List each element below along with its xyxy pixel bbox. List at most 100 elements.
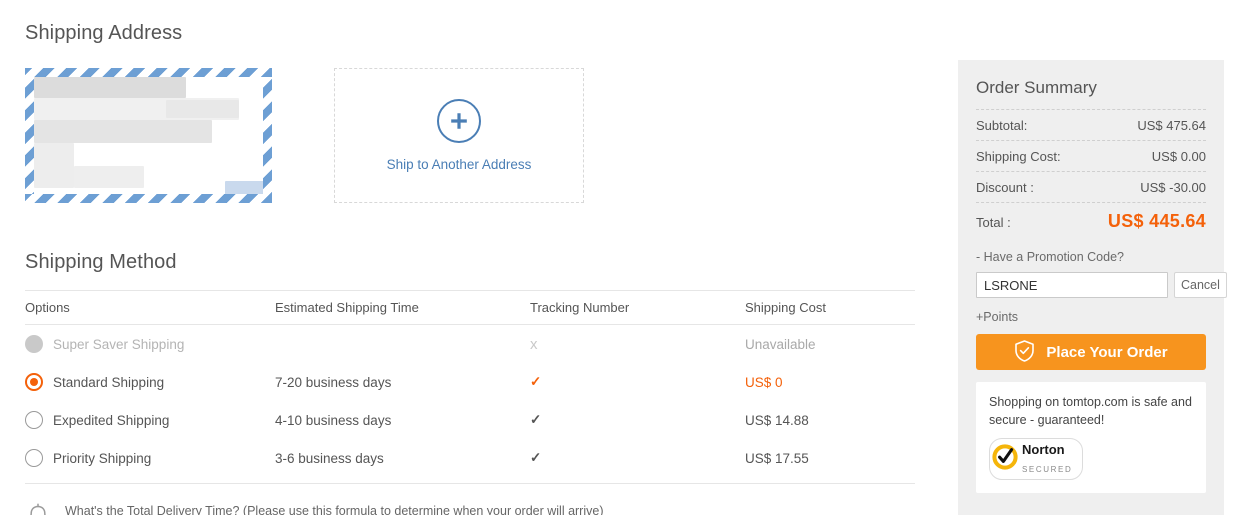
- ship-to-another-address-button[interactable]: Ship to Another Address: [334, 68, 584, 203]
- cell-estimated-time: 7-20 business days: [275, 363, 530, 401]
- table-row: Standard Shipping 7-20 business days ✓ U…: [25, 363, 915, 401]
- summary-row-shipping-cost: Shipping Cost: US$ 0.00: [976, 140, 1206, 171]
- summary-total-value: US$ 445.64: [1107, 211, 1206, 231]
- shipping-option-priority[interactable]: Priority Shipping: [25, 449, 275, 467]
- radio-expedited[interactable]: [25, 411, 43, 429]
- cell-option: Expedited Shipping: [25, 401, 275, 439]
- place-your-order-label: Place Your Order: [1046, 343, 1168, 361]
- column-header-tracking: Tracking Number: [530, 290, 745, 325]
- estimated-time-value: 7-20 business days: [275, 374, 392, 390]
- bell-icon: [25, 502, 51, 515]
- security-guarantee-text: Shopping on tomtop.com is safe and secur…: [989, 395, 1192, 427]
- shipping-address-title: Shipping Address: [25, 22, 183, 44]
- checkout-main-column: Shipping Address Ship to Another Address…: [25, 0, 920, 515]
- cell-cost: US$ 17.55: [745, 439, 915, 484]
- shipping-cost-value: US$ 0: [745, 374, 783, 390]
- cell-cost: US$ 14.88: [745, 401, 915, 439]
- norton-badge-text: Norton SECURED: [1018, 441, 1072, 477]
- redacted-link-block: [225, 181, 263, 194]
- radio-super-saver: [25, 335, 43, 353]
- order-summary-panel: Order Summary Subtotal: US$ 475.64 Shipp…: [958, 60, 1227, 515]
- redacted-block: [34, 77, 186, 98]
- cell-tracking: ✓: [530, 363, 745, 401]
- shield-check-icon: [1014, 339, 1035, 366]
- cell-cost: Unavailable: [745, 325, 915, 364]
- column-header-estimated-time: Estimated Shipping Time: [275, 290, 530, 325]
- redacted-block: [34, 120, 212, 143]
- summary-value: US$ 475.64: [1137, 118, 1206, 133]
- shipping-option-label: Super Saver Shipping: [53, 336, 185, 352]
- redacted-block: [166, 100, 239, 118]
- check-icon: ✓: [530, 374, 542, 389]
- shipping-method-table-head: Options Estimated Shipping Time Tracking…: [25, 290, 915, 325]
- cell-option: Standard Shipping: [25, 363, 275, 401]
- shipping-option-label: Priority Shipping: [53, 450, 152, 466]
- redacted-block: [34, 143, 74, 188]
- order-summary-title: Order Summary: [976, 78, 1097, 97]
- shipping-option-label: Expedited Shipping: [53, 412, 170, 428]
- check-icon: ✓: [530, 412, 542, 427]
- cell-option: Super Saver Shipping: [25, 325, 275, 364]
- cancel-promotion-button[interactable]: Cancel: [1174, 272, 1227, 298]
- cell-estimated-time: 3-6 business days: [275, 439, 530, 484]
- summary-row-discount: Discount : US$ -30.00: [976, 171, 1206, 202]
- shipping-option-label: Standard Shipping: [53, 374, 165, 390]
- summary-label: Shipping Cost:: [976, 149, 1061, 164]
- norton-check-icon: [992, 443, 1018, 475]
- shipping-cost-value: US$ 14.88: [745, 412, 809, 428]
- summary-value: US$ -30.00: [1140, 180, 1206, 195]
- radio-priority[interactable]: [25, 449, 43, 467]
- delivery-note-line1: What's the Total Delivery Time? (Please …: [65, 504, 604, 515]
- cell-estimated-time: [275, 325, 530, 364]
- promotion-code-row: Cancel: [976, 272, 1227, 298]
- checkout-page: Shipping Address Ship to Another Address…: [0, 0, 1247, 515]
- table-row: Expedited Shipping 4-10 business days ✓ …: [25, 401, 915, 439]
- place-your-order-button[interactable]: Place Your Order: [976, 334, 1206, 370]
- shipping-cost-value: US$ 17.55: [745, 450, 809, 466]
- check-icon: ✓: [530, 450, 542, 465]
- estimated-time-value: 4-10 business days: [275, 412, 392, 428]
- column-header-options: Options: [25, 290, 275, 325]
- summary-label: Subtotal:: [976, 118, 1028, 133]
- ship-to-another-address-label: Ship to Another Address: [386, 157, 532, 172]
- norton-secured-badge: Norton SECURED: [989, 438, 1084, 480]
- plus-circle-icon: [437, 99, 481, 143]
- promotion-code-label: - Have a Promotion Code?: [976, 250, 1124, 264]
- table-header-row: Options Estimated Shipping Time Tracking…: [25, 290, 915, 325]
- cell-cost: US$ 0: [745, 363, 915, 401]
- cell-tracking: x: [530, 325, 745, 364]
- summary-label: Total :: [976, 215, 1011, 230]
- summary-value: US$ 0.00: [1151, 149, 1206, 164]
- shipping-method-table: Options Estimated Shipping Time Tracking…: [25, 290, 915, 484]
- table-row: Priority Shipping 3-6 business days ✓ US…: [25, 439, 915, 484]
- cell-estimated-time: 4-10 business days: [275, 401, 530, 439]
- shipping-option-standard[interactable]: Standard Shipping: [25, 373, 275, 391]
- points-label[interactable]: +Points: [976, 310, 1206, 324]
- table-row: Super Saver Shipping x Unavailable: [25, 325, 915, 364]
- summary-row-total: Total : US$ 445.64: [976, 202, 1206, 238]
- summary-row-subtotal: Subtotal: US$ 475.64: [976, 109, 1206, 140]
- shipping-method-table-body: Super Saver Shipping x Unavailable Stand…: [25, 325, 915, 484]
- cell-option: Priority Shipping: [25, 439, 275, 484]
- promotion-code-input[interactable]: [976, 272, 1168, 298]
- security-guarantee-card: Shopping on tomtop.com is safe and secur…: [976, 382, 1206, 493]
- cell-tracking: ✓: [530, 401, 745, 439]
- norton-secured-label: SECURED: [1022, 465, 1073, 474]
- column-header-cost: Shipping Cost: [745, 290, 915, 325]
- estimated-time-value: 3-6 business days: [275, 450, 384, 466]
- cell-tracking: ✓: [530, 439, 745, 484]
- summary-label: Discount :: [976, 180, 1034, 195]
- redacted-block: [74, 166, 144, 188]
- shipping-method-title: Shipping Method: [25, 251, 177, 273]
- address-row: Ship to Another Address: [25, 68, 920, 203]
- shipping-option-super-saver: Super Saver Shipping: [25, 335, 275, 353]
- cross-icon: x: [530, 335, 538, 353]
- norton-name: Norton: [1022, 442, 1065, 457]
- delivery-time-note: What's the Total Delivery Time? (Please …: [25, 502, 920, 515]
- saved-address-card[interactable]: [25, 68, 272, 203]
- saved-address-redacted-content: [34, 77, 263, 194]
- radio-standard[interactable]: [25, 373, 43, 391]
- shipping-cost-value: Unavailable: [745, 336, 816, 352]
- shipping-option-expedited[interactable]: Expedited Shipping: [25, 411, 275, 429]
- delivery-note-text: What's the Total Delivery Time? (Please …: [65, 502, 603, 515]
